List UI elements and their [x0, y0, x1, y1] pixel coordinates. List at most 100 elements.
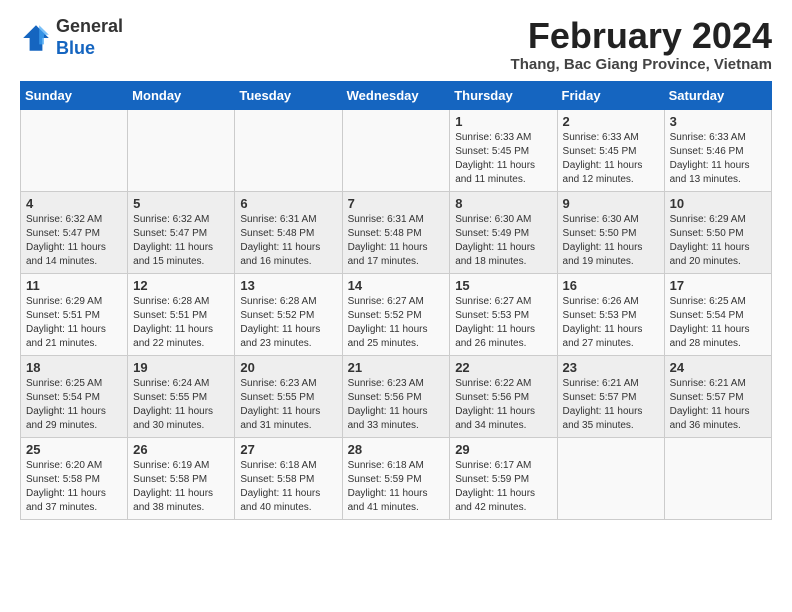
day-info: Sunrise: 6:20 AM Sunset: 5:58 PM Dayligh… — [26, 459, 122, 515]
day-info: Sunrise: 6:28 AM Sunset: 5:52 PM Dayligh… — [240, 295, 336, 351]
day-number: 19 — [133, 360, 229, 375]
day-info: Sunrise: 6:25 AM Sunset: 5:54 PM Dayligh… — [26, 377, 122, 433]
day-number: 21 — [348, 360, 445, 375]
header-row: SundayMondayTuesdayWednesdayThursdayFrid… — [21, 81, 772, 109]
calendar-week-3: 11Sunrise: 6:29 AM Sunset: 5:51 PM Dayli… — [21, 273, 772, 355]
day-info: Sunrise: 6:29 AM Sunset: 5:51 PM Dayligh… — [26, 295, 122, 351]
calendar-cell: 12 Sunrise: 6:28 AM Sunset: 5:51 PM Dayli… — [128, 273, 235, 355]
day-number: 27 — [240, 442, 336, 457]
calendar-cell: 2 Sunrise: 6:33 AM Sunset: 5:45 PM Daylig… — [557, 109, 664, 191]
calendar-cell: 11Sunrise: 6:29 AM Sunset: 5:51 PM Dayli… — [21, 273, 128, 355]
calendar-cell: 24 Sunrise: 6:21 AM Sunset: 5:57 PM Dayli… — [664, 355, 771, 437]
calendar-cell: 1Sunrise: 6:33 AM Sunset: 5:45 PM Daylig… — [450, 109, 557, 191]
calendar-cell — [128, 109, 235, 191]
calendar-cell — [21, 109, 128, 191]
day-number: 28 — [348, 442, 445, 457]
calendar-cell — [342, 109, 450, 191]
calendar-cell: 6 Sunrise: 6:31 AM Sunset: 5:48 PM Daylig… — [235, 191, 342, 273]
calendar-cell: 3 Sunrise: 6:33 AM Sunset: 5:46 PM Daylig… — [664, 109, 771, 191]
calendar-cell: 14Sunrise: 6:27 AM Sunset: 5:52 PM Dayli… — [342, 273, 450, 355]
day-number: 3 — [670, 114, 766, 129]
day-info: Sunrise: 6:21 AM Sunset: 5:57 PM Dayligh… — [670, 377, 766, 433]
day-number: 17 — [670, 278, 766, 293]
day-number: 20 — [240, 360, 336, 375]
day-header-monday: Monday — [128, 81, 235, 109]
location-subtitle: Thang, Bac Giang Province, Vietnam — [511, 56, 772, 73]
calendar-cell: 23Sunrise: 6:21 AM Sunset: 5:57 PM Dayli… — [557, 355, 664, 437]
logo-text: General Blue — [56, 16, 123, 59]
day-header-saturday: Saturday — [664, 81, 771, 109]
calendar-cell: 18 Sunrise: 6:25 AM Sunset: 5:54 PM Dayli… — [21, 355, 128, 437]
day-info: Sunrise: 6:22 AM Sunset: 5:56 PM Dayligh… — [455, 377, 551, 433]
calendar-cell: 4 Sunrise: 6:32 AM Sunset: 5:47 PM Daylig… — [21, 191, 128, 273]
day-info: Sunrise: 6:33 AM Sunset: 5:45 PM Dayligh… — [455, 131, 551, 187]
day-header-tuesday: Tuesday — [235, 81, 342, 109]
day-info: Sunrise: 6:24 AM Sunset: 5:55 PM Dayligh… — [133, 377, 229, 433]
day-number: 5 — [133, 196, 229, 211]
day-info: Sunrise: 6:28 AM Sunset: 5:51 PM Dayligh… — [133, 295, 229, 351]
day-info: Sunrise: 6:30 AM Sunset: 5:49 PM Dayligh… — [455, 213, 551, 269]
day-number: 2 — [563, 114, 659, 129]
calendar-cell: 9Sunrise: 6:30 AM Sunset: 5:50 PM Daylig… — [557, 191, 664, 273]
calendar-cell: 13 Sunrise: 6:28 AM Sunset: 5:52 PM Dayli… — [235, 273, 342, 355]
day-number: 4 — [26, 196, 122, 211]
day-info: Sunrise: 6:33 AM Sunset: 5:46 PM Dayligh… — [670, 131, 766, 187]
day-number: 22 — [455, 360, 551, 375]
calendar-week-5: 25 Sunrise: 6:20 AM Sunset: 5:58 PM Dayli… — [21, 437, 772, 519]
page-header: General Blue February 2024 Thang, Bac Gi… — [20, 16, 772, 73]
calendar-cell: 5Sunrise: 6:32 AM Sunset: 5:47 PM Daylig… — [128, 191, 235, 273]
calendar-cell: 26 Sunrise: 6:19 AM Sunset: 5:58 PM Dayli… — [128, 437, 235, 519]
calendar-cell — [557, 437, 664, 519]
day-info: Sunrise: 6:31 AM Sunset: 5:48 PM Dayligh… — [240, 213, 336, 269]
calendar-cell: 17Sunrise: 6:25 AM Sunset: 5:54 PM Dayli… — [664, 273, 771, 355]
day-number: 6 — [240, 196, 336, 211]
day-number: 8 — [455, 196, 551, 211]
calendar-cell: 16 Sunrise: 6:26 AM Sunset: 5:53 PM Dayli… — [557, 273, 664, 355]
day-number: 18 — [26, 360, 122, 375]
calendar-cell: 21 Sunrise: 6:23 AM Sunset: 5:56 PM Dayli… — [342, 355, 450, 437]
day-number: 12 — [133, 278, 229, 293]
calendar-cell: 8 Sunrise: 6:30 AM Sunset: 5:49 PM Daylig… — [450, 191, 557, 273]
day-info: Sunrise: 6:32 AM Sunset: 5:47 PM Dayligh… — [26, 213, 122, 269]
calendar-cell: 15 Sunrise: 6:27 AM Sunset: 5:53 PM Dayli… — [450, 273, 557, 355]
calendar-cell: 29 Sunrise: 6:17 AM Sunset: 5:59 PM Dayli… — [450, 437, 557, 519]
day-number: 26 — [133, 442, 229, 457]
day-header-friday: Friday — [557, 81, 664, 109]
day-number: 15 — [455, 278, 551, 293]
day-info: Sunrise: 6:18 AM Sunset: 5:58 PM Dayligh… — [240, 459, 336, 515]
day-info: Sunrise: 6:23 AM Sunset: 5:55 PM Dayligh… — [240, 377, 336, 433]
day-info: Sunrise: 6:33 AM Sunset: 5:45 PM Dayligh… — [563, 131, 659, 187]
calendar-cell: 19 Sunrise: 6:24 AM Sunset: 5:55 PM Dayli… — [128, 355, 235, 437]
day-number: 16 — [563, 278, 659, 293]
calendar-week-2: 4 Sunrise: 6:32 AM Sunset: 5:47 PM Daylig… — [21, 191, 772, 273]
calendar-week-4: 18 Sunrise: 6:25 AM Sunset: 5:54 PM Dayli… — [21, 355, 772, 437]
calendar-cell: 22 Sunrise: 6:22 AM Sunset: 5:56 PM Dayli… — [450, 355, 557, 437]
day-info: Sunrise: 6:17 AM Sunset: 5:59 PM Dayligh… — [455, 459, 551, 515]
day-info: Sunrise: 6:23 AM Sunset: 5:56 PM Dayligh… — [348, 377, 445, 433]
calendar-cell — [235, 109, 342, 191]
day-number: 24 — [670, 360, 766, 375]
day-number: 25 — [26, 442, 122, 457]
day-info: Sunrise: 6:29 AM Sunset: 5:50 PM Dayligh… — [670, 213, 766, 269]
calendar-body: 1Sunrise: 6:33 AM Sunset: 5:45 PM Daylig… — [21, 109, 772, 519]
day-number: 10 — [670, 196, 766, 211]
logo: General Blue — [20, 16, 123, 59]
calendar-cell: 25 Sunrise: 6:20 AM Sunset: 5:58 PM Dayli… — [21, 437, 128, 519]
day-number: 9 — [563, 196, 659, 211]
day-header-thursday: Thursday — [450, 81, 557, 109]
day-info: Sunrise: 6:26 AM Sunset: 5:53 PM Dayligh… — [563, 295, 659, 351]
day-info: Sunrise: 6:19 AM Sunset: 5:58 PM Dayligh… — [133, 459, 229, 515]
calendar-table: SundayMondayTuesdayWednesdayThursdayFrid… — [20, 81, 772, 520]
day-info: Sunrise: 6:27 AM Sunset: 5:53 PM Dayligh… — [455, 295, 551, 351]
day-header-sunday: Sunday — [21, 81, 128, 109]
day-info: Sunrise: 6:31 AM Sunset: 5:48 PM Dayligh… — [348, 213, 445, 269]
month-year-title: February 2024 — [511, 16, 772, 56]
calendar-week-1: 1Sunrise: 6:33 AM Sunset: 5:45 PM Daylig… — [21, 109, 772, 191]
calendar-cell: 27 Sunrise: 6:18 AM Sunset: 5:58 PM Dayli… — [235, 437, 342, 519]
calendar-cell: 28Sunrise: 6:18 AM Sunset: 5:59 PM Dayli… — [342, 437, 450, 519]
day-number: 13 — [240, 278, 336, 293]
logo-icon — [20, 22, 52, 54]
calendar-cell — [664, 437, 771, 519]
day-number: 29 — [455, 442, 551, 457]
calendar-cell: 20 Sunrise: 6:23 AM Sunset: 5:55 PM Dayli… — [235, 355, 342, 437]
